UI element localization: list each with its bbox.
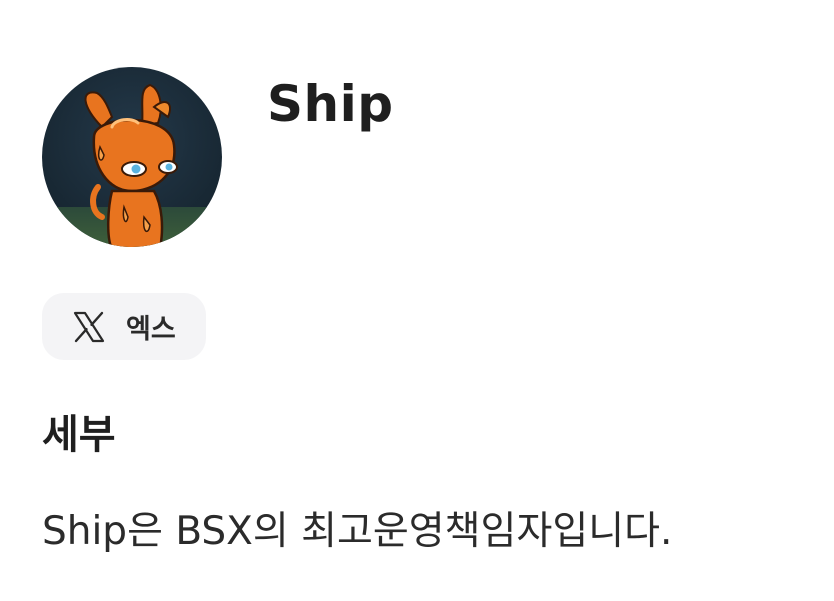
- x-social-label: 엑스: [126, 314, 176, 345]
- x-social-link[interactable]: 엑스: [42, 293, 206, 360]
- profile-page: Ship 엑스 세부 Ship은 BSX의 최고운영책임자입니다.: [0, 0, 834, 601]
- orange-creature-avatar-icon: [42, 67, 222, 247]
- profile-name: Ship: [267, 75, 394, 133]
- avatar: [42, 67, 222, 247]
- x-logo-icon: [72, 310, 106, 344]
- details-heading: 세부: [42, 412, 116, 458]
- details-description: Ship은 BSX의 최고운영책임자입니다.: [42, 509, 673, 554]
